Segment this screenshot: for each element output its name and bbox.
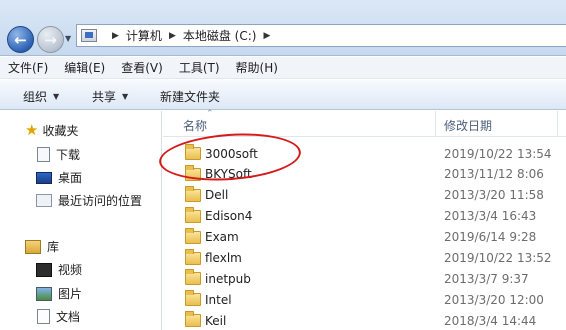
pictures-icon [36,286,52,301]
file-row[interactable]: Edison4 2013/3/4 16:43 [163,206,566,227]
file-name: Dell [205,188,229,203]
sort-chevron-icon: ⌃ [206,109,214,119]
menu-file[interactable]: 文件(F) [8,59,48,76]
file-date: 2013/3/20 12:00 [444,292,544,307]
file-name: Intel [205,292,232,307]
folder-icon [185,311,201,328]
file-row[interactable]: Intel 2013/3/20 12:00 [163,289,566,310]
chevron-down-icon: ▼ [53,92,60,101]
file-row[interactable]: Keil 2018/3/4 14:44 [163,310,566,330]
menu-bar: 文件(F) 编辑(E) 查看(V) 工具(T) 帮助(H) [0,57,566,79]
library-icon [25,239,41,254]
file-row[interactable]: Exam 2019/6/14 9:28 [163,227,566,248]
nav-desktop[interactable]: 桌面 [36,169,82,186]
nav-recent[interactable]: 最近访问的位置 [36,192,142,209]
new-folder-button[interactable]: 新建文件夹 [160,88,220,105]
back-arrow-icon: ← [14,30,27,49]
downloads-icon [37,147,50,162]
breadcrumb-local-disk[interactable]: 本地磁盘 (C:) [183,27,257,44]
computer-icon [81,29,97,42]
file-name: flexlm [205,251,242,265]
organize-label: 组织 [23,90,48,104]
folder-icon [185,248,201,265]
folder-icon [185,269,201,286]
menu-view[interactable]: 查看(V) [121,59,163,76]
column-name[interactable]: 名称 [183,117,207,134]
file-date: 2013/3/4 16:43 [444,209,537,224]
address-bar[interactable]: ▶ 计算机 ▶ 本地磁盘 (C:) ▶ [76,24,566,47]
nav-favorites-label: 收藏夹 [42,124,79,138]
new-folder-label: 新建文件夹 [160,90,221,104]
nav-libraries-label: 库 [47,240,60,254]
file-date: 2013/3/20 11:58 [444,188,544,203]
navigation-pane: ★ 收藏夹 下载 桌面 最近访问的位置 库 视频 图片 文档 [0,111,162,330]
file-date: 2019/10/22 13:54 [444,146,552,161]
video-icon [36,262,52,277]
desktop-icon [36,171,52,184]
forward-arrow-icon: → [44,30,57,49]
history-dropdown-icon[interactable]: ▼ [65,34,71,43]
share-label: 共享 [92,90,117,104]
menu-tools[interactable]: 工具(T) [179,59,220,76]
forward-button[interactable]: → [37,26,64,53]
file-date: 2013/11/12 8:06 [444,167,544,182]
breadcrumb-separator-icon[interactable]: ▶ [263,31,270,41]
folder-icon [185,185,201,202]
recent-places-icon [36,194,52,207]
share-button[interactable]: 共享 ▼ [92,88,128,105]
folder-icon [185,227,201,244]
chevron-down-icon: ▼ [122,92,129,101]
nav-videos[interactable]: 视频 [36,261,82,278]
nav-desktop-label: 桌面 [58,171,83,185]
nav-videos-label: 视频 [58,263,83,277]
organize-button[interactable]: 组织 ▼ [23,88,59,105]
nav-favorites[interactable]: ★ 收藏夹 [25,122,78,139]
nav-pictures[interactable]: 图片 [36,285,82,302]
column-date-modified[interactable]: 修改日期 [444,117,492,134]
breadcrumb-computer[interactable]: 计算机 [126,27,162,44]
nav-documents[interactable]: 文档 [37,308,80,325]
column-divider[interactable] [557,111,558,137]
command-bar: 组织 ▼ 共享 ▼ 新建文件夹 [0,80,566,110]
breadcrumb-separator-icon[interactable]: ▶ [169,31,176,41]
file-row[interactable]: inetpub 2013/3/7 9:37 [163,268,566,289]
column-header: ⌃ 名称 修改日期 [163,109,566,137]
star-icon: ★ [25,121,39,139]
nav-libraries[interactable]: 库 [25,238,59,255]
back-button[interactable]: ← [7,26,34,53]
file-date: 2019/10/22 13:52 [444,251,552,265]
nav-recent-label: 最近访问的位置 [58,194,143,208]
folder-icon [185,290,201,307]
file-name: Exam [205,230,239,245]
nav-downloads[interactable]: 下载 [37,146,80,163]
file-name: Edison4 [205,209,253,224]
folder-icon [185,206,201,223]
documents-icon [37,309,50,324]
file-date: 2018/3/4 14:44 [444,313,537,328]
menu-edit[interactable]: 编辑(E) [64,59,105,76]
file-date: 2019/6/14 9:28 [444,230,537,245]
file-date: 2013/3/7 9:37 [444,271,529,286]
nav-downloads-label: 下载 [56,148,81,162]
file-name: inetpub [205,271,251,286]
file-row[interactable]: flexlm 2019/10/22 13:52 [163,248,566,269]
menu-help[interactable]: 帮助(H) [236,59,278,76]
file-row[interactable]: Dell 2013/3/20 11:58 [163,185,566,206]
column-divider[interactable] [435,111,436,137]
address-bar-area: ← → ▼ ▶ 计算机 ▶ 本地磁盘 (C:) ▶ [0,0,566,56]
file-name: Keil [205,313,227,328]
breadcrumb-separator-icon[interactable]: ▶ [112,31,119,41]
nav-documents-label: 文档 [56,310,81,324]
nav-pictures-label: 图片 [58,287,83,301]
